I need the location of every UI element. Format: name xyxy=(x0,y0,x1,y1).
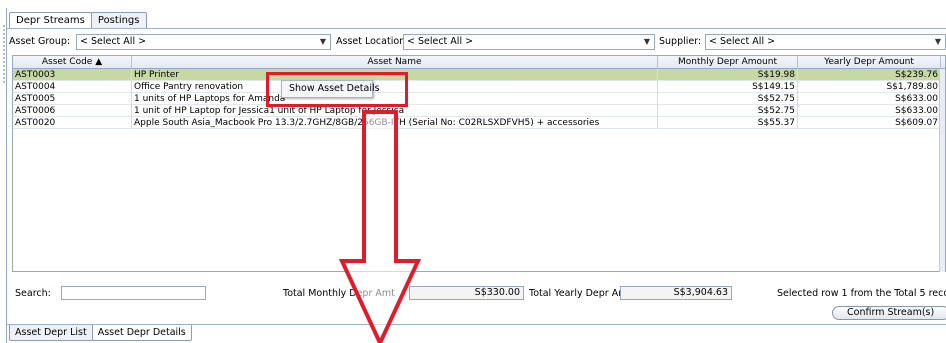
confirm-streams-button[interactable]: Confirm Stream(s) xyxy=(832,306,946,320)
vertical-scrollbar[interactable] xyxy=(939,69,945,272)
column-header-asset-code[interactable]: Asset Code ▲ xyxy=(13,56,132,69)
yearly-amount-cell: S$633.00 xyxy=(798,105,941,117)
tab-asset-depr-details[interactable]: Asset Depr Details xyxy=(91,325,192,341)
asset-code-cell: AST0003 xyxy=(13,69,132,81)
yearly-amount-cell: S$1,789.80 xyxy=(798,81,941,93)
monthly-amount-cell: S$52.75 xyxy=(658,93,798,105)
monthly-amount-cell: S$149.15 xyxy=(658,81,798,93)
total-monthly-value: S$330.00 xyxy=(409,286,524,300)
yearly-amount-cell: S$609.07 xyxy=(798,117,941,129)
tab-asset-depr-list[interactable]: Asset Depr List xyxy=(9,325,93,341)
bottom-tab-strip: Asset Depr List Asset Depr Details xyxy=(9,325,192,341)
asset-code-cell: AST0020 xyxy=(13,117,132,129)
asset-name-cell: Apple South Asia_Macbook Pro 13.3/2.7GHZ… xyxy=(132,117,658,129)
top-tab-strip: Depr Streams Postings xyxy=(9,12,147,29)
yearly-amount-cell: S$633.00 xyxy=(798,93,941,105)
asset-location-label: Asset Location: xyxy=(336,36,409,47)
tab-postings[interactable]: Postings xyxy=(90,12,147,28)
tab-divider xyxy=(6,28,946,29)
supplier-label: Supplier: xyxy=(659,36,702,47)
search-label: Search: xyxy=(15,288,51,299)
tab-depr-streams[interactable]: Depr Streams xyxy=(9,12,92,29)
column-header-monthly-depr[interactable]: Monthly Depr Amount xyxy=(658,56,798,69)
yearly-amount-cell: S$239.76 xyxy=(798,69,941,81)
filter-bar: Asset Group: < Select All > ▼ Asset Loca… xyxy=(9,34,946,50)
asset-code-cell: AST0006 xyxy=(13,105,132,117)
monthly-amount-cell: S$52.75 xyxy=(658,105,798,117)
monthly-amount-cell: S$19.98 xyxy=(658,69,798,81)
annotation-highlight-box xyxy=(266,72,408,107)
total-yearly-label: Total Yearly Depr Amt xyxy=(529,288,632,299)
asset-code-cell: AST0005 xyxy=(13,93,132,105)
asset-group-select[interactable]: < Select All > ▼ xyxy=(76,34,331,50)
selection-status: Selected row 1 from the Total 5 records xyxy=(777,288,946,299)
table-row[interactable]: AST0006 1 unit of HP Laptop for Jessica1… xyxy=(13,105,945,117)
total-yearly-value: S$3,904.63 xyxy=(620,286,732,300)
table-row[interactable]: AST0005 1 units of HP Laptops for Amanda… xyxy=(13,93,945,105)
chevron-down-icon: ▼ xyxy=(643,37,650,46)
asset-code-cell: AST0004 xyxy=(13,81,132,93)
summary-bar: Search: Total Monthly Depr Amt S$330.00 … xyxy=(12,284,946,302)
search-input[interactable] xyxy=(61,286,206,300)
column-header-yearly-depr[interactable]: Yearly Depr Amount xyxy=(798,56,941,69)
table-row[interactable]: AST0020 Apple South Asia_Macbook Pro 13.… xyxy=(13,117,945,129)
asset-location-value: < Select All > xyxy=(407,36,474,47)
monthly-amount-cell: S$55.37 xyxy=(658,117,798,129)
column-header-asset-name[interactable]: Asset Name xyxy=(132,56,658,69)
chevron-down-icon: ▼ xyxy=(319,37,326,46)
supplier-value: < Select All > xyxy=(709,36,776,47)
total-monthly-label: Total Monthly Depr Amt xyxy=(283,288,395,299)
supplier-select[interactable]: < Select All > ▼ xyxy=(705,34,946,50)
table-row[interactable]: AST0004 Office Pantry renovation S$149.1… xyxy=(13,81,945,93)
grid-header: Asset Code ▲ Asset Name Monthly Depr Amo… xyxy=(13,56,945,69)
depr-stream-grid: Asset Code ▲ Asset Name Monthly Depr Amo… xyxy=(12,55,946,272)
chevron-down-icon: ▼ xyxy=(934,37,941,46)
asset-group-value: < Select All > xyxy=(80,36,147,47)
asset-group-label: Asset Group: xyxy=(9,36,71,47)
asset-location-select[interactable]: < Select All > ▼ xyxy=(403,34,655,50)
splitter-handle[interactable] xyxy=(3,24,5,84)
table-row[interactable]: AST0003 HP Printer S$19.98 S$239.76 xyxy=(13,69,945,81)
